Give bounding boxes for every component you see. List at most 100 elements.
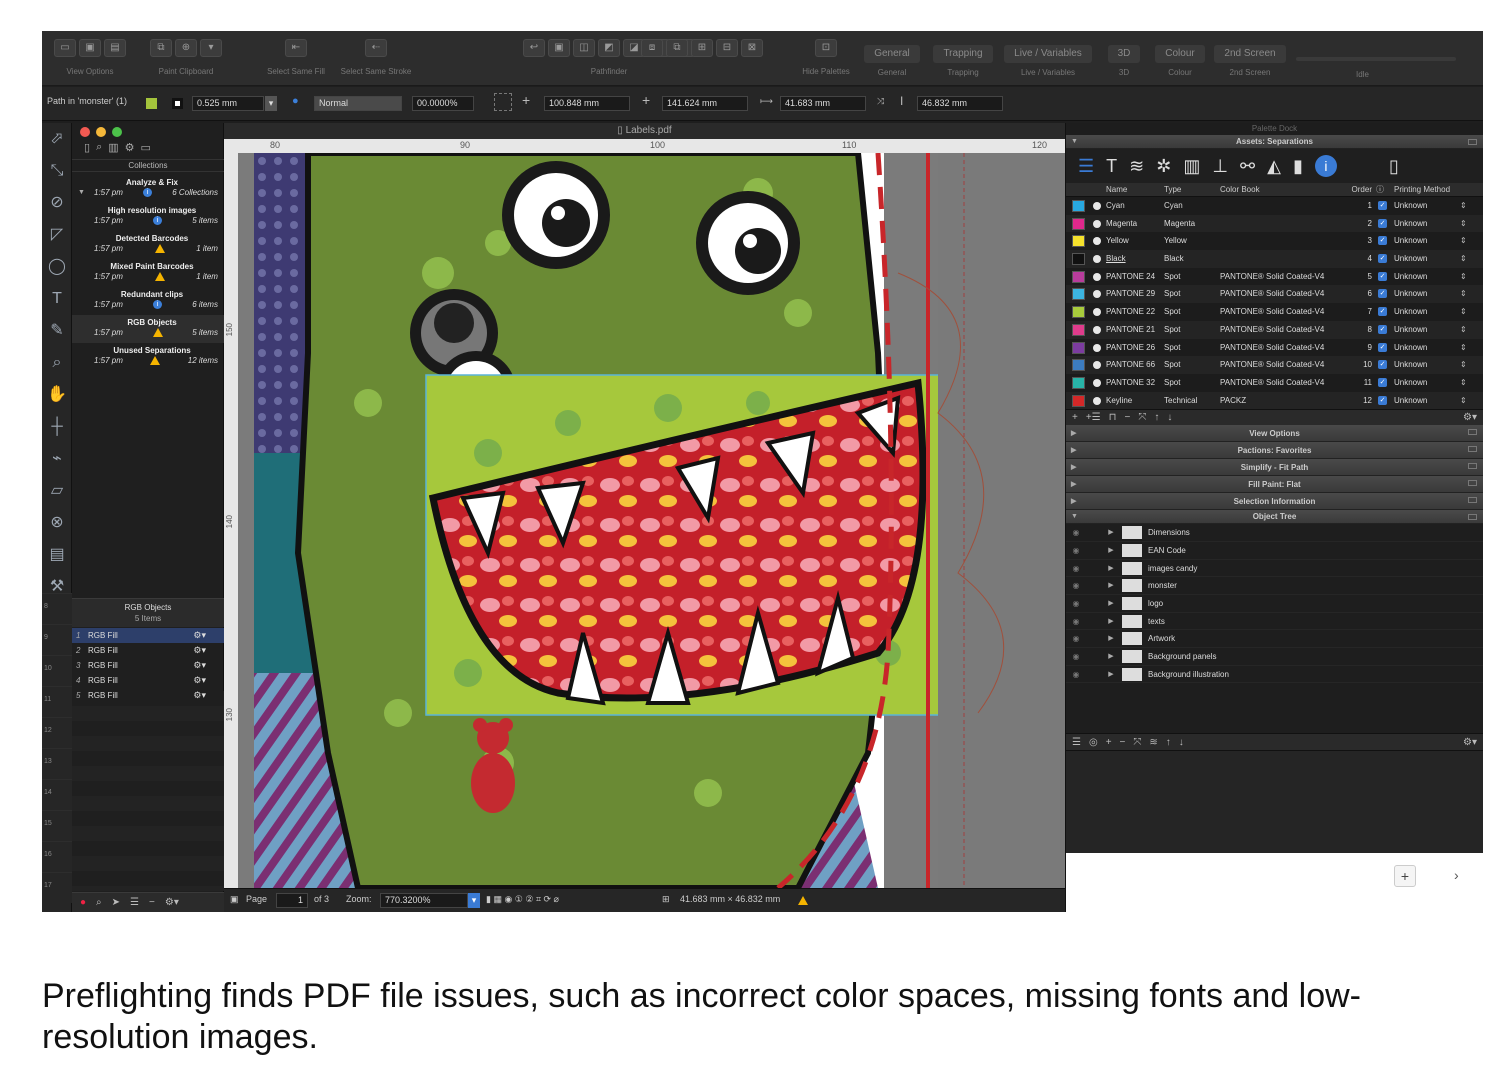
separation-method[interactable]: Unknown [1390, 374, 1460, 392]
visibility-eye-icon[interactable]: ◉ [1066, 613, 1086, 630]
add-icon[interactable]: + [1072, 410, 1078, 425]
separation-method[interactable]: Unknown [1390, 303, 1460, 321]
list-icon[interactable]: ☰ [1078, 156, 1094, 177]
col-name[interactable]: Name [1106, 183, 1164, 196]
preflight-item-rgb-objects[interactable]: RGB Objects 1:57 pm 5 items [72, 315, 224, 343]
paste-paint-icon[interactable]: ⊕ [175, 39, 197, 57]
expand-triangle-icon[interactable]: ▶ [1100, 630, 1122, 647]
settings-icon[interactable]: ⚙ [125, 141, 135, 157]
close-window-button[interactable] [80, 127, 90, 137]
separation-row[interactable]: PANTONE 22 Spot PANTONE® Solid Coated-V4 7 ✓… [1066, 303, 1483, 321]
object-tree-item[interactable]: ◉ ▶ Artwork [1066, 630, 1483, 649]
separation-checkbox[interactable]: ✓ [1376, 250, 1390, 268]
unite-icon[interactable]: ▣ [548, 39, 570, 57]
search-icon[interactable]: ⌕ [96, 141, 102, 157]
tab-3d[interactable]: 3D 3D [1102, 43, 1146, 77]
expand-triangle-icon[interactable]: ▶ [1100, 595, 1122, 612]
tab-general[interactable]: General General [864, 43, 920, 77]
expand-triangle-icon[interactable]: ▶ [1100, 648, 1122, 665]
separation-method[interactable]: Unknown [1390, 215, 1460, 233]
separation-checkbox[interactable]: ✓ [1376, 197, 1390, 215]
document-icon[interactable]: ▯ [84, 141, 90, 157]
comment-tool-icon[interactable]: ▤ [42, 539, 72, 571]
move-down-icon[interactable]: ↓ [1179, 734, 1184, 750]
color-wheel-icon[interactable]: ◭ [1267, 156, 1281, 177]
visibility-eye-icon[interactable]: ◉ [1066, 524, 1086, 541]
separation-row[interactable]: PANTONE 32 Spot PANTONE® Solid Coated-V4 11… [1066, 373, 1483, 392]
node-tool-icon[interactable]: ◸ [42, 219, 72, 251]
layers-icon[interactable]: ≋ [1129, 156, 1144, 177]
stepper-icon[interactable]: ⇕ [1460, 250, 1472, 268]
separation-method[interactable]: Unknown [1390, 321, 1460, 339]
separation-color-book[interactable]: PANTONE® Solid Coated-V4 [1220, 339, 1348, 357]
separation-row[interactable]: Yellow Yellow 3 ✓ Unknown ⇕ [1066, 232, 1483, 251]
stepper-icon[interactable]: ⇕ [1460, 197, 1472, 215]
panel-menu-icon[interactable] [1468, 139, 1477, 145]
tab-colour-label[interactable]: Colour [1155, 45, 1205, 63]
tab-colour[interactable]: Colour Colour [1152, 43, 1208, 77]
transform-tool-icon[interactable]: ⤡ [42, 155, 72, 187]
stepper-icon[interactable]: ⇕ [1460, 285, 1472, 303]
separation-color-book[interactable] [1220, 215, 1348, 233]
expand-triangle-icon[interactable]: ▶ [1071, 442, 1076, 459]
stepper-icon[interactable]: ⇕ [1460, 268, 1472, 286]
tab-2nd-screen[interactable]: 2nd Screen 2nd Screen [1214, 43, 1286, 77]
page-number-field[interactable]: 1 [276, 893, 308, 908]
object-tree-item[interactable]: ◉ ▶ logo [1066, 595, 1483, 613]
move-up-icon[interactable]: ↑ [1166, 734, 1171, 750]
object-tree-item[interactable]: ◉ ▶ EAN Code [1066, 541, 1483, 560]
move-up-icon[interactable]: ↑ [1154, 410, 1159, 425]
col-color-book[interactable]: Color Book [1220, 183, 1348, 196]
expand-triangle-icon[interactable]: ▶ [1100, 577, 1122, 594]
artwork-canvas[interactable] [238, 153, 1065, 888]
visibility-eye-icon[interactable]: ◉ [1066, 630, 1086, 647]
object-tree-item[interactable]: ◉ ▶ Background panels [1066, 648, 1483, 666]
separation-color-book[interactable] [1220, 232, 1348, 250]
lock-toggle[interactable] [1086, 595, 1100, 612]
text-tool-icon[interactable]: T [42, 283, 72, 315]
separation-row[interactable]: Black Black 4 ✓ Unknown ⇕ [1066, 250, 1483, 268]
panel-menu-icon[interactable] [1468, 429, 1477, 436]
gear-icon[interactable]: ⚙▾ [165, 893, 179, 912]
separation-color-book[interactable] [1220, 250, 1348, 268]
preflight-item-analyze-fix[interactable]: Analyze & Fix 1:57 pm i 6 Collections ▼ [72, 175, 224, 203]
list-icon[interactable]: ☰ [130, 893, 139, 912]
separation-row[interactable]: PANTONE 21 Spot PANTONE® Solid Coated-V4 8 ✓… [1066, 320, 1483, 339]
collapsed-panel-header[interactable]: ▶ View Options [1066, 425, 1483, 443]
tab-2nd-screen-label[interactable]: 2nd Screen [1214, 45, 1286, 63]
fill-swatch[interactable] [146, 98, 157, 109]
eye-icon[interactable]: ◎ [1089, 734, 1098, 750]
separation-checkbox[interactable]: ✓ [1376, 321, 1390, 339]
lock-toggle[interactable] [1086, 560, 1100, 577]
preflight-item-redundant-clips[interactable]: Redundant clips 1:57 pm i 6 items [72, 287, 224, 315]
separation-checkbox[interactable]: ✓ [1376, 356, 1390, 374]
object-tree-item[interactable]: ◉ ▶ texts [1066, 612, 1483, 631]
width-field[interactable]: 41.683 mm [780, 96, 866, 111]
preflight-item-detected-barcodes[interactable]: Detected Barcodes 1:57 pm 1 item [72, 231, 224, 259]
separation-checkbox[interactable]: ✓ [1376, 232, 1390, 250]
lock-toggle[interactable] [1086, 630, 1100, 647]
stepper-icon[interactable]: ⇕ [1460, 392, 1472, 410]
separation-color-book[interactable]: PANTONE® Solid Coated-V4 [1220, 285, 1348, 303]
stepper-icon[interactable]: ⇕ [1460, 374, 1472, 392]
lock-toggle[interactable] [1086, 613, 1100, 630]
ellipse-tool-icon[interactable]: ◯ [42, 251, 72, 283]
select-same-fill-icon[interactable]: ⇤ [285, 39, 307, 57]
separation-checkbox[interactable]: ✓ [1376, 392, 1390, 410]
visibility-eye-icon[interactable]: ◉ [1066, 577, 1086, 594]
separation-checkbox[interactable]: ✓ [1376, 303, 1390, 321]
panel-menu-icon[interactable] [1468, 480, 1477, 487]
move-down-icon[interactable]: ↓ [1167, 410, 1172, 425]
eyedropper-tool-icon[interactable]: ⌁ [42, 443, 72, 475]
barcode-icon[interactable]: ▥ [108, 141, 118, 157]
separation-method[interactable]: Unknown [1390, 392, 1460, 410]
view-icon[interactable]: ▤ [104, 39, 126, 57]
stepper-icon[interactable]: ⇕ [1460, 321, 1472, 339]
separation-method[interactable]: Unknown [1390, 232, 1460, 250]
compass-tool-icon[interactable]: ⊗ [42, 507, 72, 539]
col-printing-method[interactable]: Printing Method [1390, 183, 1460, 196]
collapsed-panel-header[interactable]: ▶ Selection Information [1066, 493, 1483, 511]
separation-method[interactable]: Unknown [1390, 197, 1460, 215]
tab-general-label[interactable]: General [864, 45, 920, 63]
zoom-tool-icon[interactable]: ⌕ [42, 347, 72, 379]
